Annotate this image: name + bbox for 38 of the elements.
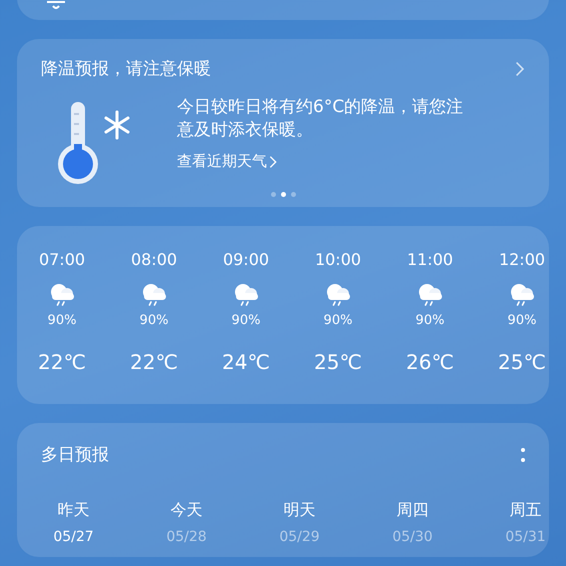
hour-temperature: 25℃ [314,350,362,374]
day-name: 今天 [170,500,202,521]
rain-chance: 90% [324,313,352,328]
hour-time: 08:00 [130,250,178,269]
rain-chance: 90% [416,313,444,328]
hour-time: 09:00 [222,250,270,269]
page-dot[interactable] [290,192,296,197]
day-date: 05/30 [392,529,433,545]
chevron-right-icon [269,154,277,168]
daily-title: 多日预报 [41,444,109,466]
hour-time: 12:00 [498,250,546,269]
hour-temperature: 22℃ [130,350,178,374]
more-icon[interactable] [521,446,525,462]
rain-chance: 90% [48,313,76,328]
hour-temperature: 26℃ [406,350,454,374]
rain-chance: 90% [232,313,260,328]
hour-time: 07:00 [38,250,86,269]
chevron-right-icon [515,60,525,76]
day-name: 周四 [396,500,428,521]
recent-weather-link[interactable]: 查看近期天气 [177,152,477,171]
rain-chance: 90% [508,313,536,328]
day-name: 明天 [284,500,316,521]
day-date: 05/27 [53,529,94,545]
rain-chance: 90% [140,313,168,328]
page-dot[interactable] [270,192,276,197]
alert-message: 今日较昨日将有约6°C的降温，请您注意及时添衣保暖。 [177,96,464,142]
day-date: 05/28 [166,529,207,545]
day-name: 昨天 [58,500,90,521]
day-date: 05/29 [279,529,320,545]
day-name: 周五 [510,500,542,521]
hour-temperature: 22℃ [38,350,86,374]
hour-temperature: 25℃ [498,350,546,374]
hour-temperature: 24℃ [222,350,270,374]
page-dot[interactable] [280,192,286,197]
hour-time: 10:00 [314,250,362,269]
hour-time: 11:00 [406,250,454,269]
alert-title: 降温预报，请注意保暖 [41,58,211,80]
day-date: 05/31 [505,529,546,545]
